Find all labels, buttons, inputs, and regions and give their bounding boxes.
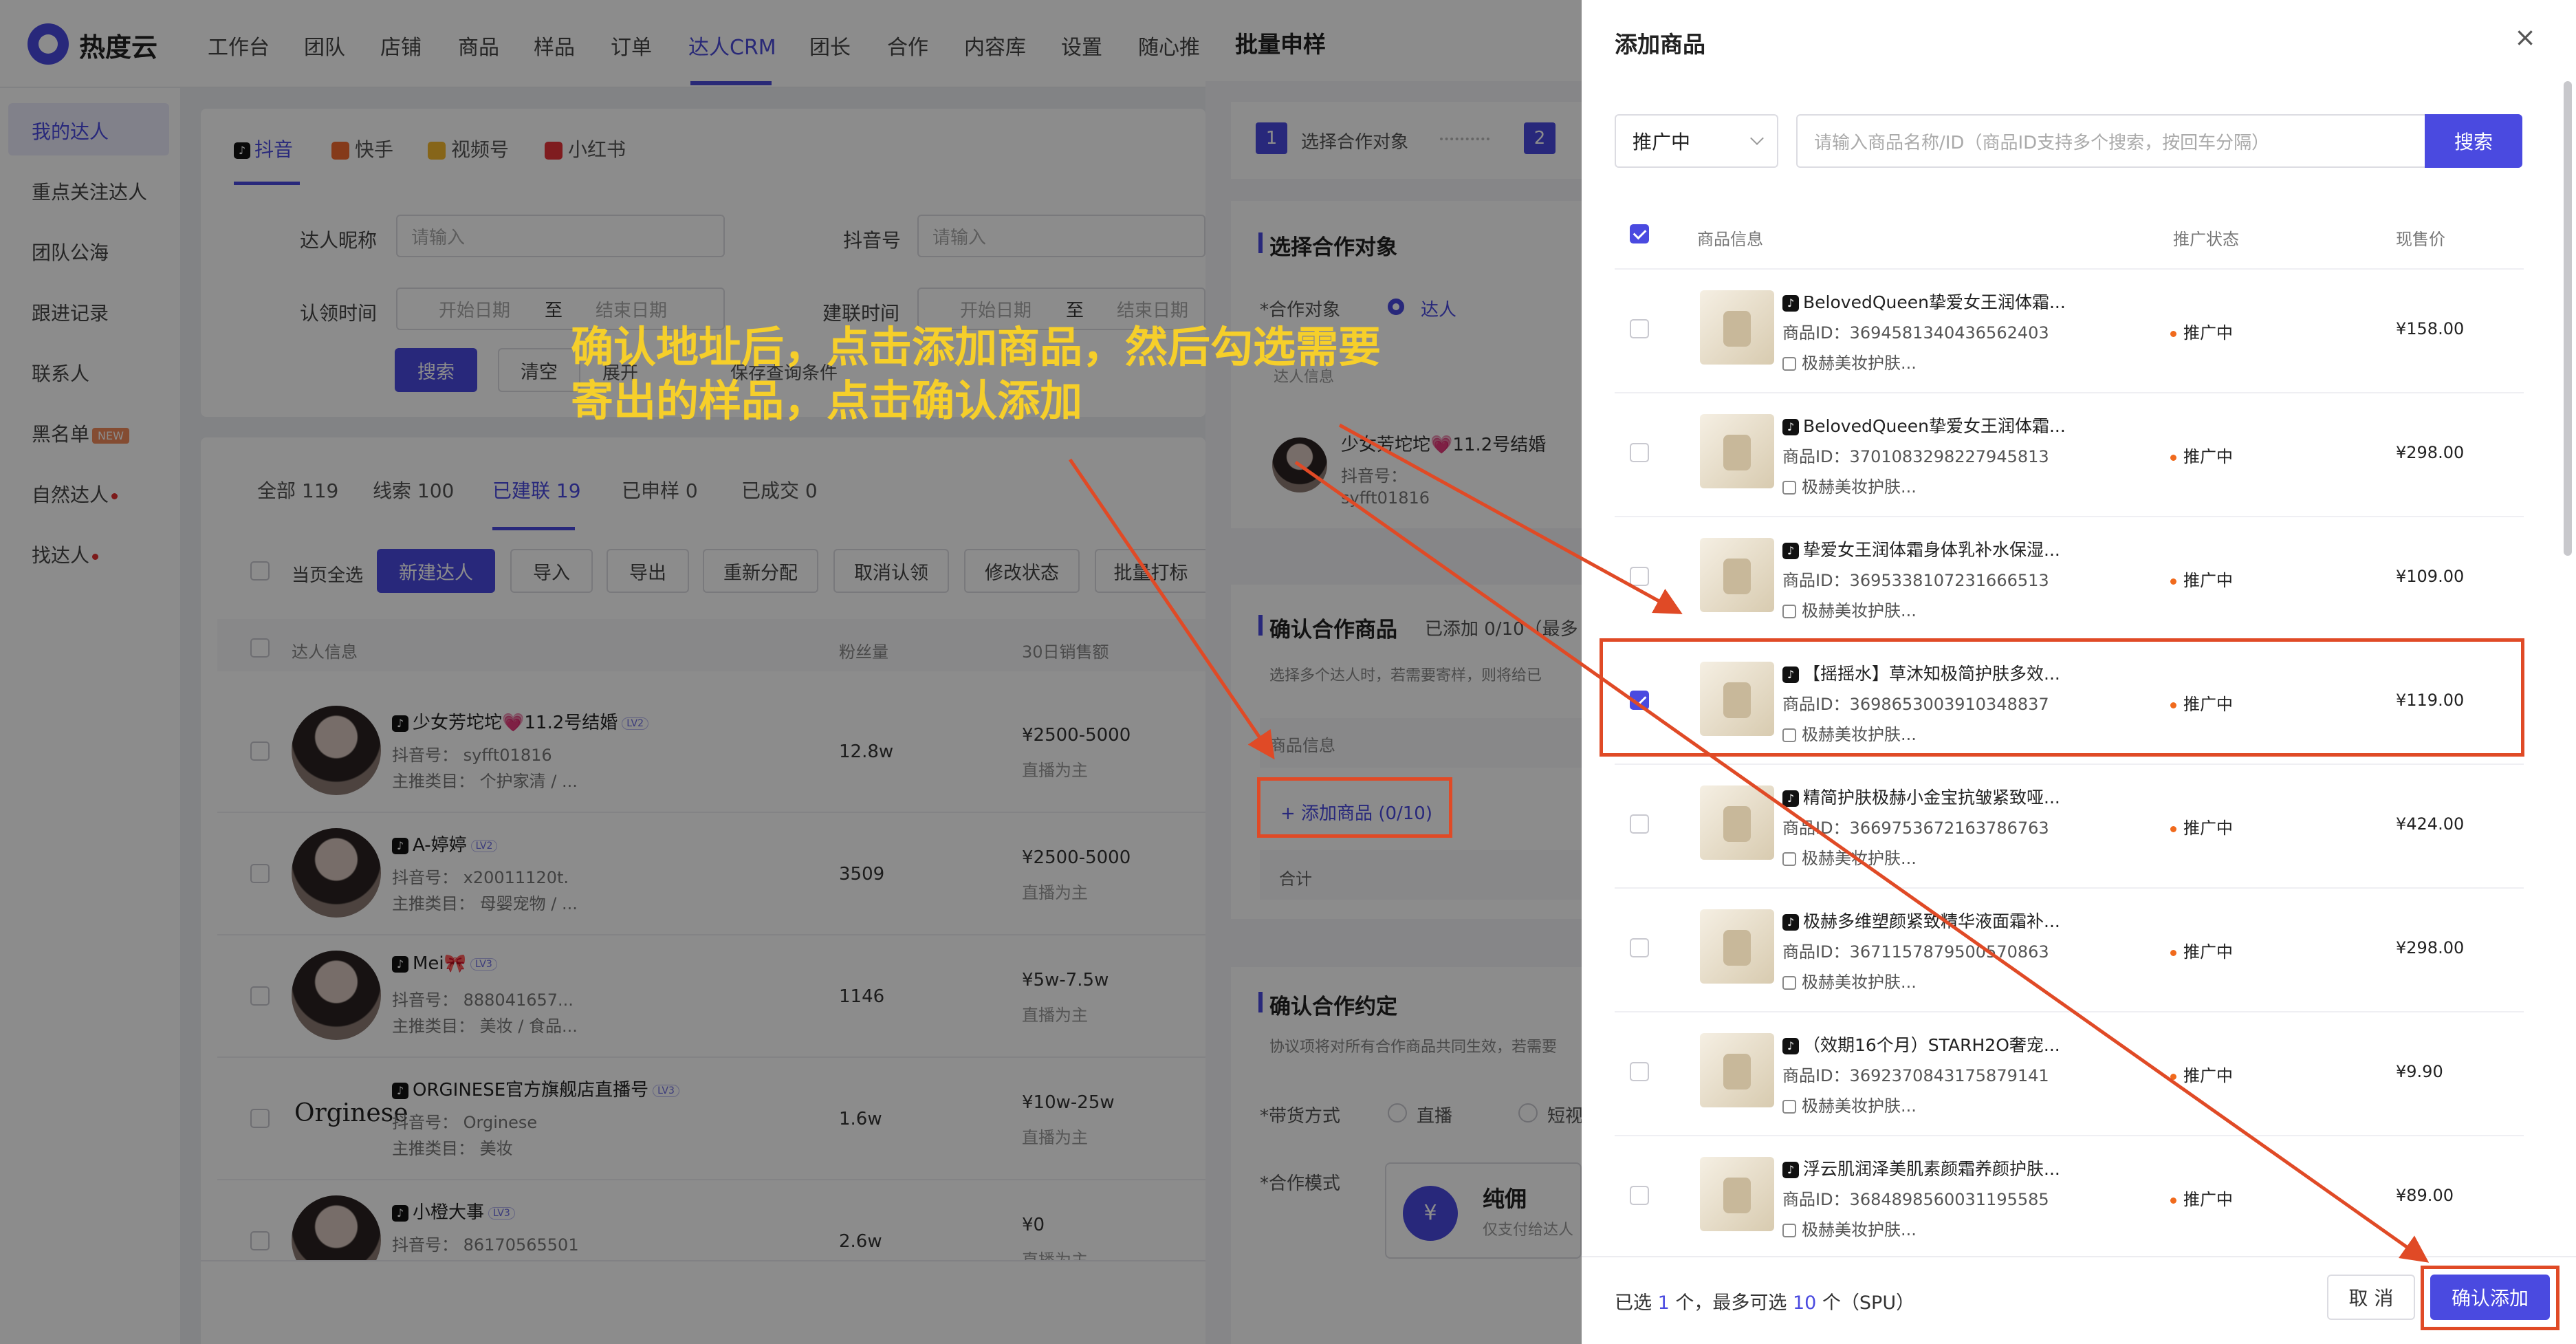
arrow-to-product-list: [1338, 423, 1683, 614]
arrow-to-confirm: [1294, 460, 2430, 1263]
arrow-to-add-product: [1068, 458, 1275, 760]
annotation-arrows: [1068, 423, 2430, 1263]
